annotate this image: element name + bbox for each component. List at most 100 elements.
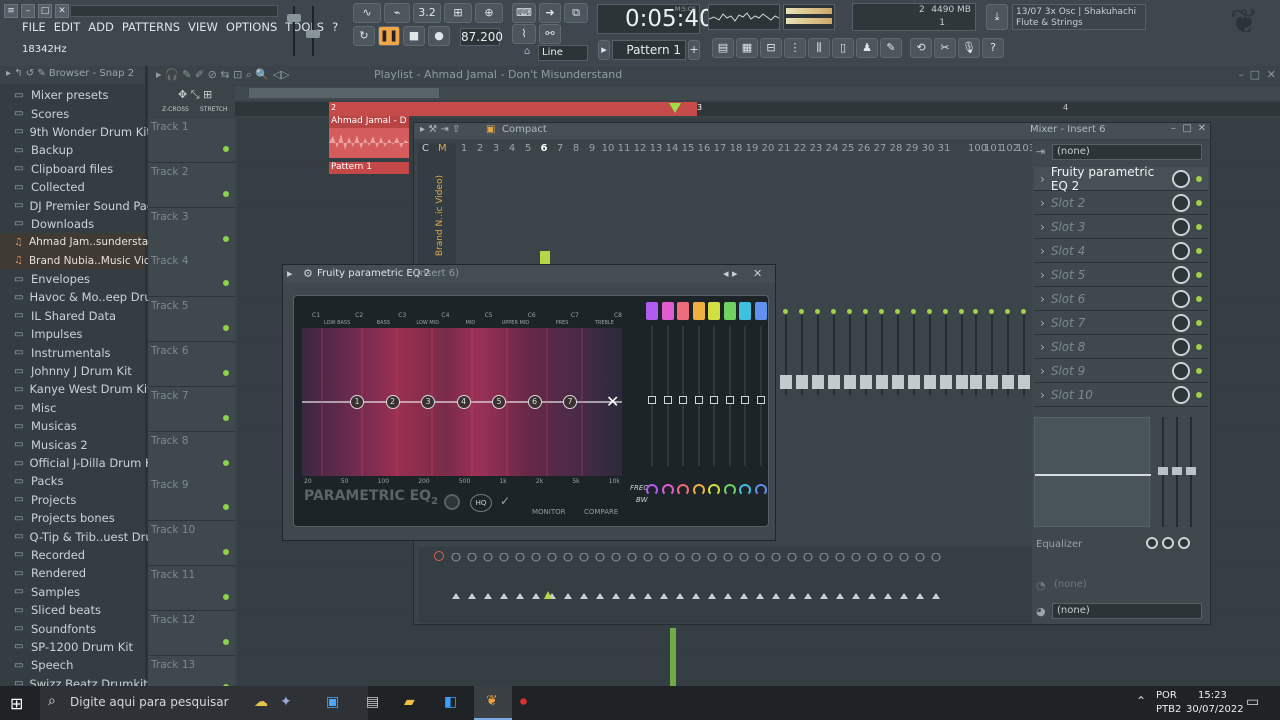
mixer-slot[interactable]: › Fruity parametric EQ 2	[1034, 165, 1208, 193]
insert-fader[interactable]	[968, 309, 984, 395]
browser-item[interactable]: ▭ Backup	[0, 141, 145, 159]
insert-number[interactable]: 8	[568, 143, 584, 154]
browser-item[interactable]: ▭ Johnny J Drum Kit	[0, 362, 145, 380]
monitor-label[interactable]: MONITOR	[532, 508, 566, 516]
insert-number[interactable]: 10	[600, 143, 616, 154]
eq-band-node[interactable]: 5	[492, 395, 506, 409]
track-mute-led[interactable]	[223, 146, 229, 152]
slot-mix-knob[interactable]	[1172, 313, 1190, 332]
browser-item[interactable]: ▭ Q-Tip & Trib..uest Drumkit	[0, 527, 178, 545]
track-header[interactable]: Track 10	[148, 521, 235, 567]
menu-icon[interactable]: ≡	[4, 4, 18, 18]
slot-expand-icon[interactable]: ›	[1040, 244, 1045, 258]
insert-name[interactable]	[696, 159, 712, 239]
slot-enable-led[interactable]	[1196, 223, 1202, 230]
pattern-clip[interactable]: Pattern 1	[329, 162, 409, 174]
compare-label[interactable]: COMPARE	[584, 508, 618, 516]
fl-studio-taskbar-icon[interactable]: ❦	[474, 686, 512, 720]
tempo-display[interactable]: 87.200	[460, 28, 503, 46]
browser-item[interactable]: ▭ Official J-Dilla Drum Kit	[0, 454, 160, 472]
eq-close-icon[interactable]: ✕	[753, 267, 762, 280]
master-send-icon[interactable]	[434, 551, 444, 561]
insert-number[interactable]: 30	[920, 143, 936, 154]
insert-name[interactable]	[584, 159, 600, 239]
insert-fader[interactable]	[842, 309, 858, 395]
insert-name[interactable]	[936, 159, 952, 239]
band-gain-handle[interactable]	[741, 396, 749, 404]
store-icon[interactable]: ◧	[444, 694, 457, 710]
blend-notes-icon[interactable]: ⊕	[475, 3, 503, 23]
insert-fader[interactable]	[922, 309, 938, 395]
band-freq-knob[interactable]	[708, 484, 720, 496]
browser-item[interactable]: ▭ Downloads	[0, 215, 145, 233]
eq-band-node[interactable]: 1	[350, 395, 364, 409]
insert-name[interactable]	[536, 159, 552, 239]
insert-fader[interactable]	[874, 309, 890, 395]
insert-name[interactable]	[648, 159, 664, 239]
browser-item[interactable]: ▭ Projects bones	[0, 509, 145, 527]
browser-item[interactable]: ♫ Brand Nubia..Music Video)	[0, 251, 168, 270]
track-mute-led[interactable]	[223, 504, 229, 511]
band-freq-knob[interactable]	[661, 484, 674, 496]
routing-area[interactable]	[418, 547, 1032, 623]
insert-fader[interactable]	[810, 309, 826, 395]
slot-enable-led[interactable]	[1196, 367, 1202, 374]
band-gain-handle[interactable]	[756, 396, 765, 404]
clock-time[interactable]: 15:23	[1198, 690, 1227, 701]
eq-low-knob[interactable]	[1146, 537, 1158, 549]
slot-mix-knob[interactable]	[1172, 241, 1190, 260]
menu-options[interactable]: OPTIONS	[226, 20, 277, 34]
playlist-scrollbar[interactable]	[235, 86, 1280, 100]
mixer-minimize-icon[interactable]: –	[1171, 123, 1176, 134]
browser-item[interactable]: ▭ Clipboard files	[0, 160, 145, 178]
help-icon[interactable]: ?	[982, 38, 1004, 58]
browser-item[interactable]: ▭ Recorded	[0, 546, 145, 564]
browser-icon[interactable]: ▯	[832, 38, 854, 58]
insert-number[interactable]: 1	[456, 143, 472, 154]
browser-item[interactable]: ▭ Rendered	[0, 564, 145, 582]
recorder-icon[interactable]: ⏺	[520, 694, 527, 710]
insert-name[interactable]	[856, 159, 872, 239]
slot-enable-led[interactable]	[1196, 391, 1202, 398]
task-view-icon[interactable]: ▣	[326, 694, 339, 710]
browser-item[interactable]: ▭ SP-1200 Drum Kit	[0, 638, 145, 656]
insert-fader[interactable]	[794, 309, 810, 395]
browser-item[interactable]: ▭ Kanye West Drum Kit	[0, 380, 152, 398]
insert-number[interactable]: 26	[856, 143, 872, 154]
language-label[interactable]: POR	[1156, 690, 1177, 701]
slot-mix-knob[interactable]	[1172, 361, 1190, 380]
loop-icon[interactable]: ↻	[353, 26, 375, 46]
download-icon[interactable]: ⤓	[986, 4, 1008, 30]
insert-number[interactable]: 14	[664, 143, 680, 154]
band-gain-handle[interactable]	[710, 396, 718, 404]
insert-name[interactable]	[760, 159, 776, 239]
browser-nav-icon[interactable]: ▸ ↰ ↺ ✎	[6, 68, 49, 79]
slot-mix-knob[interactable]	[1172, 385, 1190, 404]
insert-number[interactable]: 16	[696, 143, 712, 154]
playlist-close-icon[interactable]: ✕	[1267, 68, 1276, 81]
eq-prev-icon[interactable]: ◂ ▸	[723, 267, 738, 280]
track-header[interactable]: Track 2	[148, 162, 235, 208]
track-mute-led[interactable]	[223, 235, 229, 242]
link-icon[interactable]: ⚯	[539, 24, 561, 44]
playlist-icon[interactable]: ▤	[712, 38, 734, 58]
band-freq-knob[interactable]	[692, 484, 705, 496]
browser-item[interactable]: ▭ Impulses	[0, 325, 145, 343]
insert-name[interactable]	[872, 159, 888, 239]
insert-name[interactable]	[792, 159, 808, 239]
browser-item[interactable]: ▭ IL Shared Data	[0, 307, 145, 325]
song-mode-icon[interactable]: ∿	[353, 3, 381, 23]
insert-name[interactable]	[616, 159, 632, 239]
news-widget-icon[interactable]: ☁	[254, 694, 268, 710]
eq-graph[interactable]	[1034, 417, 1151, 527]
plugin-database-icon[interactable]: ♟	[856, 38, 878, 58]
band-freq-knob[interactable]	[739, 484, 751, 496]
slot-mix-knob[interactable]	[1172, 337, 1190, 356]
browser-item[interactable]: ▭ Musicas	[0, 417, 145, 435]
browser-item[interactable]: ▭ Collected	[0, 178, 145, 196]
track-header[interactable]: Track 1	[148, 118, 235, 163]
metronome-icon[interactable]: ⌁	[384, 3, 410, 23]
track-header[interactable]: Track 12	[148, 610, 235, 656]
slot-enable-led[interactable]	[1196, 319, 1202, 326]
band-gain-handle[interactable]	[679, 396, 687, 404]
